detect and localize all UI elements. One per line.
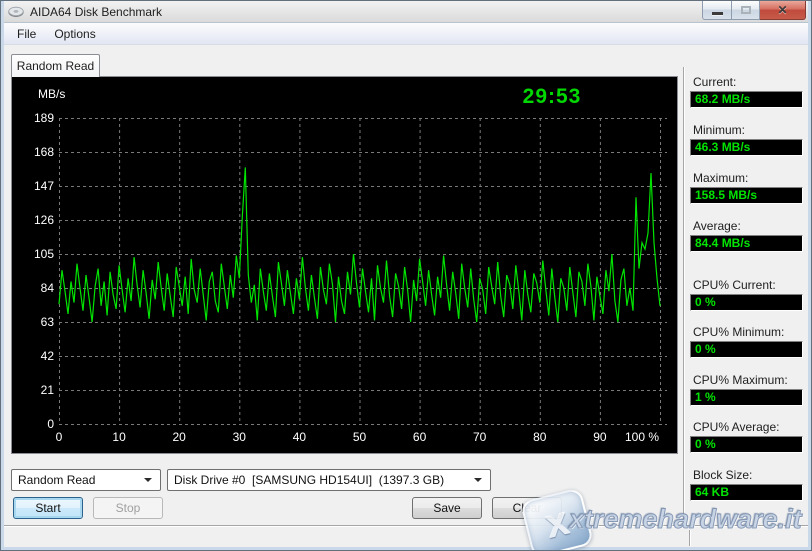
status-bar	[2, 525, 812, 549]
status-bar-divider	[689, 530, 691, 546]
app-window: AIDA64 Disk Benchmark ✕ File Options Ran…	[0, 0, 812, 551]
stop-button[interactable]: Stop	[93, 497, 163, 519]
stat-maximum: Maximum: 158.5 MB/s	[690, 171, 803, 204]
x-tick-label: 60	[390, 430, 450, 444]
x-tick-label: 70	[450, 430, 510, 444]
stat-label: CPU% Maximum:	[693, 373, 803, 387]
menu-file[interactable]: File	[9, 25, 44, 43]
x-tick-label: 50	[330, 430, 390, 444]
benchmark-type-dropdown[interactable]: Random Read	[11, 469, 161, 491]
minimize-button[interactable]	[702, 1, 732, 20]
maximize-icon	[741, 6, 751, 14]
clear-button[interactable]: Clear	[492, 497, 562, 519]
start-button[interactable]: Start	[13, 497, 83, 519]
minimize-icon	[712, 12, 723, 15]
y-tick-label: 84	[12, 281, 54, 295]
stat-label: CPU% Average:	[693, 420, 803, 434]
x-tick-label: 100 %	[612, 430, 672, 444]
stat-value: 0 %	[690, 341, 803, 358]
stat-current: Current: 68.2 MB/s	[690, 75, 803, 108]
panel-separator	[683, 67, 685, 524]
x-tick-label: 10	[89, 430, 149, 444]
stat-label: CPU% Current:	[693, 278, 803, 292]
drive-dropdown[interactable]: Disk Drive #0 [SAMSUNG HD154UI] (1397.3 …	[167, 469, 491, 491]
dropdown-arrow-icon	[144, 478, 152, 482]
stat-cpu-minimum: CPU% Minimum: 0 %	[690, 325, 803, 358]
window-title: AIDA64 Disk Benchmark	[30, 5, 162, 19]
tab-random-read[interactable]: Random Read	[11, 54, 100, 77]
stat-value: 64 KB	[690, 484, 803, 501]
y-tick-label: 63	[12, 315, 54, 329]
stat-value: 0 %	[690, 436, 803, 453]
disk-icon	[8, 6, 24, 18]
benchmark-chart: MB/s 29:53 189168147126105846342210 0102…	[11, 76, 678, 454]
y-tick-label: 147	[12, 179, 54, 193]
maximize-button[interactable]	[732, 1, 760, 20]
dropdown-arrow-icon	[474, 478, 482, 482]
drive-value: Disk Drive #0 [SAMSUNG HD154UI] (1397.3 …	[168, 473, 474, 487]
x-tick-label: 0	[29, 430, 89, 444]
stat-label: Average:	[693, 219, 803, 233]
stat-average: Average: 84.4 MB/s	[690, 219, 803, 252]
y-tick-label: 126	[12, 213, 54, 227]
close-button[interactable]: ✕	[760, 1, 806, 20]
stat-value: 84.4 MB/s	[690, 235, 803, 252]
benchmark-type-value: Random Read	[12, 473, 144, 487]
stat-label: Current:	[693, 75, 803, 89]
stat-value: 46.3 MB/s	[690, 139, 803, 156]
y-tick-label: 168	[12, 145, 54, 159]
x-tick-label: 30	[209, 430, 269, 444]
stat-cpu-maximum: CPU% Maximum: 1 %	[690, 373, 803, 406]
x-tick-label: 80	[510, 430, 570, 444]
y-tick-label: 0	[12, 417, 54, 431]
stat-cpu-average: CPU% Average: 0 %	[690, 420, 803, 453]
save-button[interactable]: Save	[412, 497, 482, 519]
y-tick-label: 21	[12, 383, 54, 397]
x-tick-label: 40	[269, 430, 329, 444]
y-tick-label: 42	[12, 349, 54, 363]
elapsed-timer: 29:53	[492, 85, 612, 109]
menu-options[interactable]: Options	[46, 25, 103, 43]
close-icon: ✕	[777, 4, 787, 16]
stat-label: Maximum:	[693, 171, 803, 185]
y-tick-label: 105	[12, 247, 54, 261]
stat-value: 1 %	[690, 389, 803, 406]
title-bar[interactable]: AIDA64 Disk Benchmark ✕	[1, 1, 811, 23]
menu-bar: File Options	[2, 23, 812, 45]
chart-canvas	[12, 77, 677, 453]
stat-label: CPU% Minimum:	[693, 325, 803, 339]
y-axis-unit: MB/s	[38, 87, 65, 101]
x-tick-label: 20	[149, 430, 209, 444]
stat-cpu-current: CPU% Current: 0 %	[690, 278, 803, 311]
stat-block-size: Block Size: 64 KB	[690, 468, 803, 501]
stat-minimum: Minimum: 46.3 MB/s	[690, 123, 803, 156]
stat-label: Minimum:	[693, 123, 803, 137]
stat-value: 158.5 MB/s	[690, 187, 803, 204]
stat-value: 0 %	[690, 294, 803, 311]
y-tick-label: 189	[12, 111, 54, 125]
stat-value: 68.2 MB/s	[690, 91, 803, 108]
stat-label: Block Size:	[693, 468, 803, 482]
